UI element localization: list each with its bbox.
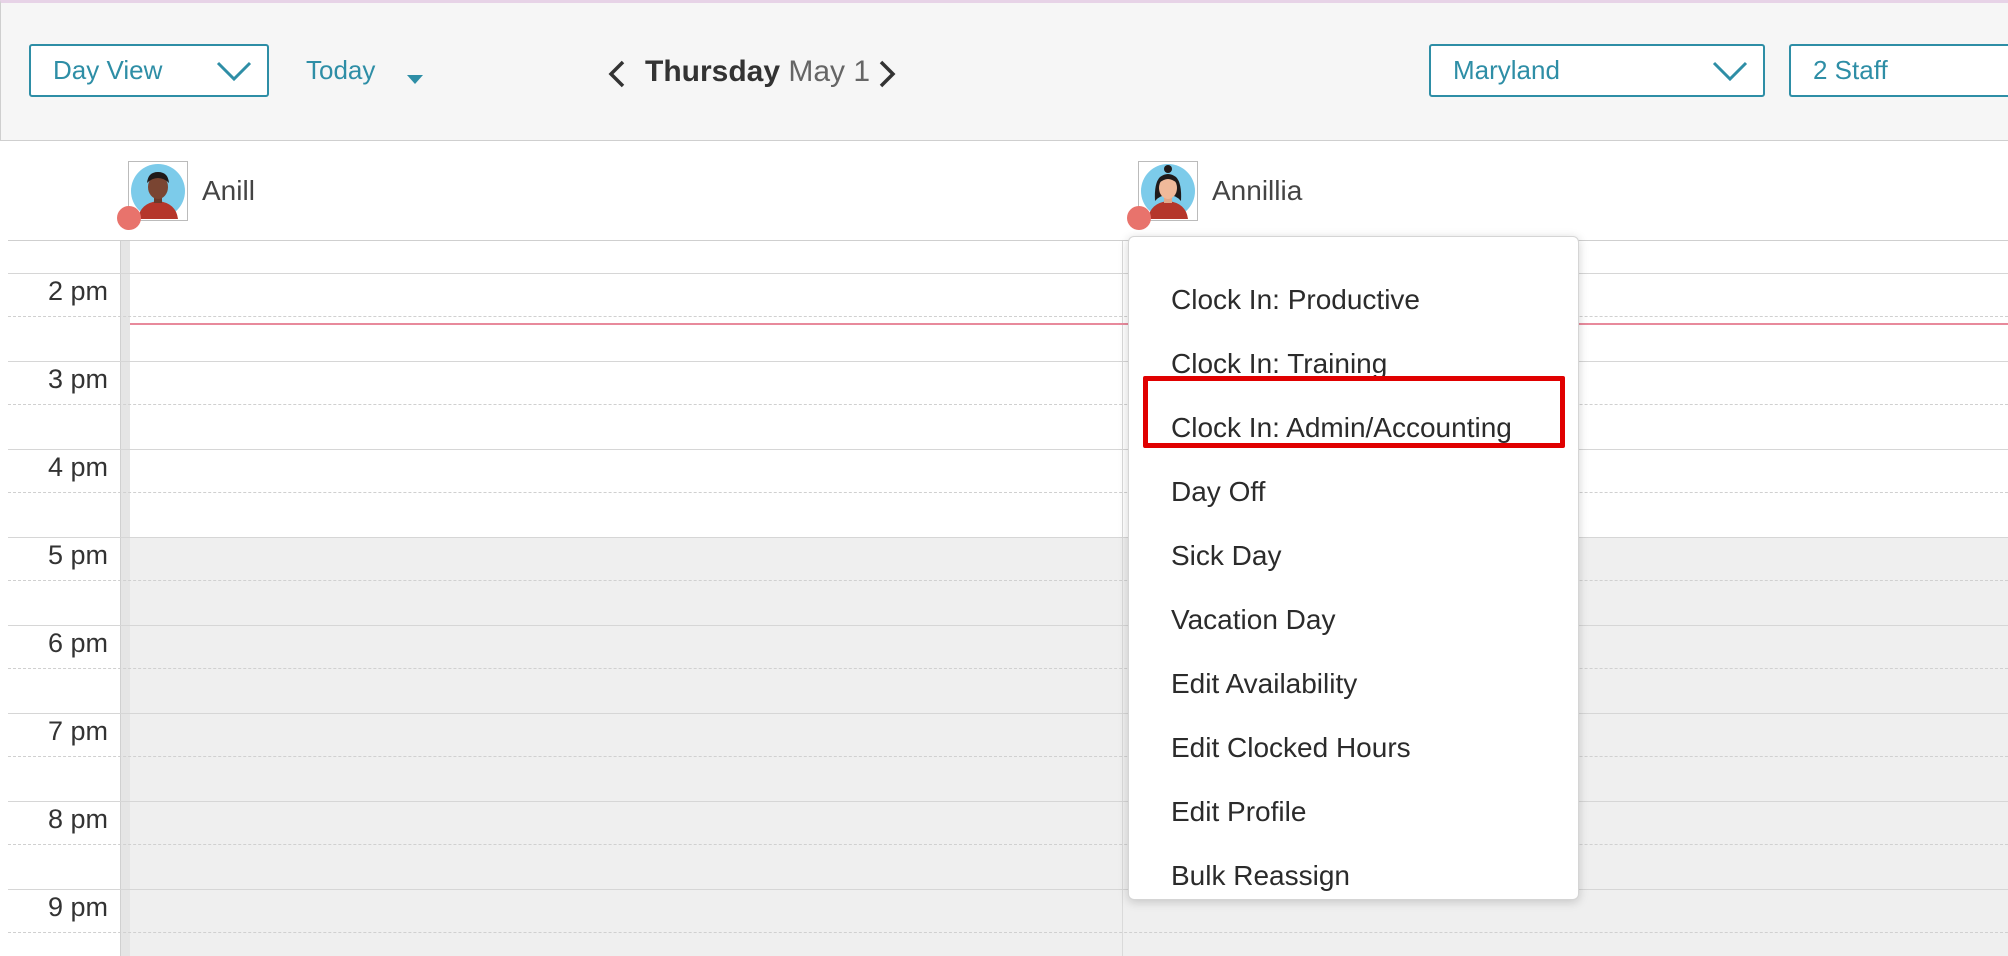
view-select-value: Day View: [53, 55, 163, 85]
staff-column-header-anill[interactable]: Anill: [117, 161, 255, 230]
today-caret-icon[interactable]: [407, 75, 423, 84]
hour-label: 2 pm: [47, 276, 108, 306]
view-select[interactable]: Day View: [29, 44, 269, 97]
menu-item-clock-in-admin-accounting[interactable]: Clock In: Admin/Accounting: [1171, 408, 1512, 448]
toolbar: Day View Today Thursday May 1 Maryland 2…: [0, 0, 2008, 141]
hour-label: 3 pm: [47, 364, 108, 394]
staff-name: Anill: [202, 175, 255, 206]
unavailable-time-block: [130, 537, 2008, 956]
location-select[interactable]: Maryland: [1429, 44, 1765, 97]
chevron-down-icon: [1712, 61, 1748, 82]
avatar: [1127, 161, 1198, 230]
day-calendar-grid: 2 pm 3 pm 4 pm 5 pm 6 pm 7 pm 8 pm 9 pm: [8, 241, 2008, 956]
hour-line: [8, 449, 2008, 450]
hour-line: [8, 361, 2008, 362]
hour-line: [8, 273, 2008, 274]
time-column: [8, 241, 120, 956]
staff-context-menu: Clock In: Productive Clock In: Training …: [1128, 236, 1579, 900]
location-select-value: Maryland: [1453, 55, 1560, 85]
current-time-indicator: [130, 323, 2008, 325]
hour-label: 5 pm: [47, 540, 108, 570]
current-date: Thursday May 1: [645, 55, 870, 89]
staff-select-value: 2 Staff: [1813, 55, 1888, 85]
column-separator: [120, 241, 130, 956]
half-hour-line: [8, 404, 2008, 405]
menu-item-bulk-reassign[interactable]: Bulk Reassign: [1171, 856, 1350, 896]
menu-item-sick-day[interactable]: Sick Day: [1171, 536, 1281, 576]
day-name: Thursday: [645, 55, 781, 88]
staff-column-header-annillia[interactable]: Annillia: [1127, 161, 1303, 230]
half-hour-line: [8, 580, 2008, 581]
menu-item-edit-clocked-hours[interactable]: Edit Clocked Hours: [1171, 728, 1411, 768]
staff-select[interactable]: 2 Staff: [1789, 44, 2008, 97]
date-value: May 1: [788, 55, 871, 88]
next-day-arrow-icon[interactable]: [877, 59, 897, 89]
status-dot: [117, 206, 141, 230]
menu-item-clock-in-productive[interactable]: Clock In: Productive: [1171, 280, 1420, 320]
menu-item-edit-availability[interactable]: Edit Availability: [1171, 664, 1357, 704]
half-hour-line: [8, 756, 2008, 757]
menu-item-clock-in-training[interactable]: Clock In: Training: [1171, 344, 1387, 384]
hour-label: 9 pm: [47, 892, 108, 922]
hour-label: 8 pm: [47, 804, 108, 834]
today-button[interactable]: Today: [306, 55, 375, 86]
lane-divider: [1122, 241, 1123, 956]
hour-label: 7 pm: [47, 716, 108, 746]
hour-line: [8, 537, 2008, 538]
status-dot: [1127, 206, 1151, 230]
chevron-down-icon: [216, 61, 252, 82]
menu-item-edit-profile[interactable]: Edit Profile: [1171, 792, 1306, 832]
avatar: [117, 161, 188, 230]
half-hour-line: [8, 932, 2008, 933]
menu-item-vacation-day[interactable]: Vacation Day: [1171, 600, 1335, 640]
staff-header-row: Anill Annillia: [8, 142, 2008, 241]
half-hour-line: [8, 492, 2008, 493]
hour-line: [8, 801, 2008, 802]
hour-label: 6 pm: [47, 628, 108, 658]
staff-name: Annillia: [1212, 175, 1303, 206]
hour-line: [8, 713, 2008, 714]
hour-line: [8, 625, 2008, 626]
hour-line: [8, 889, 2008, 890]
half-hour-line: [8, 844, 2008, 845]
previous-day-arrow-icon[interactable]: [607, 59, 627, 89]
half-hour-line: [8, 316, 2008, 317]
hour-label: 4 pm: [47, 452, 108, 482]
half-hour-line: [8, 668, 2008, 669]
menu-item-day-off[interactable]: Day Off: [1171, 472, 1265, 512]
